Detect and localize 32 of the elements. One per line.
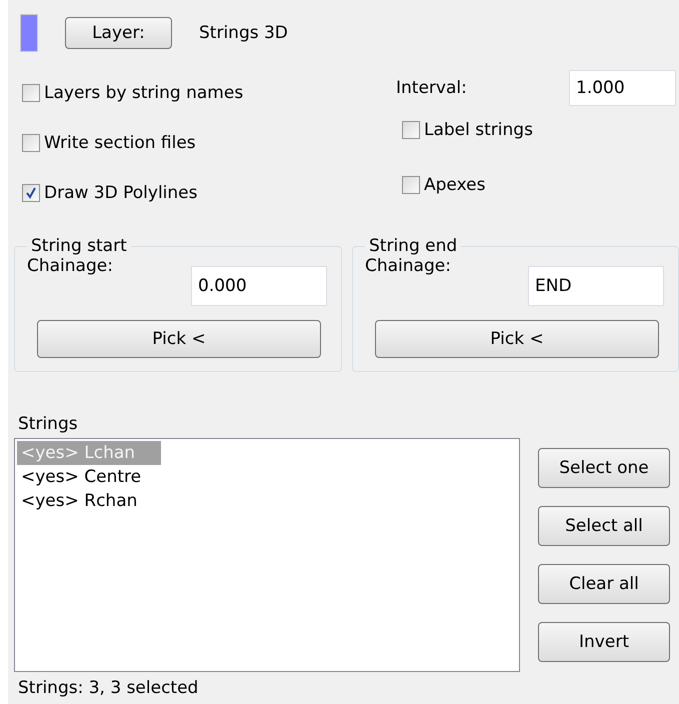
list-item[interactable]: <yes> Centre [17,465,146,489]
group-title: String start [30,236,128,256]
pick-button[interactable]: Pick < [375,320,659,358]
chainage-label: Chainage: [365,256,451,276]
check-icon [25,187,37,199]
checkbox[interactable] [22,184,40,202]
layer-name: Strings 3D [199,23,288,43]
interval-label: Interval: [396,78,468,98]
layer-button[interactable]: Layer: [65,17,172,49]
chainage-field[interactable]: END [528,266,664,306]
pick-button[interactable]: Pick < [37,320,321,358]
list-item[interactable]: <yes> Rchan [17,489,142,513]
list-action-button[interactable]: Select one [538,448,670,488]
status-text: Strings: 3, 3 selected [18,678,200,698]
strings-label: Strings [18,414,79,434]
interval-field[interactable]: 1.000 [569,70,676,106]
checkbox-label: Write section files [44,133,196,153]
chainage-field[interactable]: 0.000 [191,266,327,306]
checkbox-label: Draw 3D Polylines [44,183,198,203]
checkbox[interactable] [22,134,40,152]
list-action-button[interactable]: Clear all [538,564,670,604]
layer-color-swatch[interactable] [20,14,38,52]
chainage-label: Chainage: [27,256,113,276]
list-action-button[interactable]: Select all [538,506,670,546]
checkbox[interactable] [22,84,40,102]
checkbox-label: Layers by string names [44,83,244,103]
list-action-button[interactable]: Invert [538,622,670,662]
checkbox[interactable] [402,176,420,194]
group-title: String end [368,236,458,256]
checkbox-label: Label strings [424,120,533,140]
checkbox[interactable] [402,121,420,139]
checkbox-label: Apexes [424,175,486,195]
